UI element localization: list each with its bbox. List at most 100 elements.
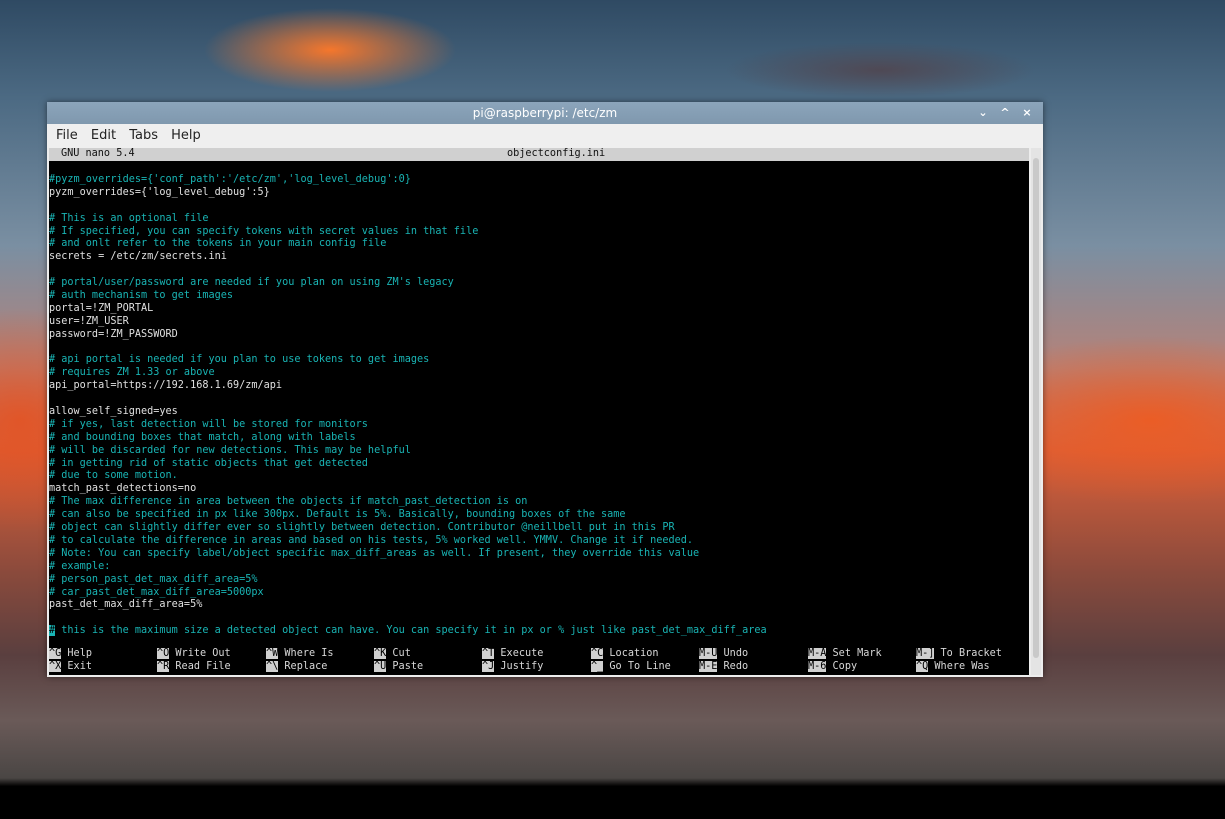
- editor-line: # will be discarded for new detections. …: [49, 444, 411, 456]
- maximize-icon[interactable]: ^: [999, 102, 1011, 124]
- editor-line: #pyzm_overrides={'conf_path':'/etc/zm','…: [49, 174, 411, 185]
- shortcut-label: Paste: [392, 661, 424, 672]
- shortcut-item: ^K Cut: [374, 648, 411, 661]
- editor-line: # can also be specified in px like 300px…: [49, 509, 626, 521]
- shortcut-item: ^_ Go To Line: [591, 661, 671, 674]
- editor-line: pyzm_overrides={'log_level_debug':5}: [49, 186, 270, 198]
- terminal-window: pi@raspberrypi: /etc/zm ⌄ ^ × File Edit …: [47, 102, 1043, 677]
- shortcut-key: M-U: [699, 648, 718, 659]
- shortcut-item: ^T Execute: [482, 648, 543, 661]
- scrollbar-thumb[interactable]: [1033, 158, 1039, 658]
- editor-line: past_det_max_diff_area=5%: [49, 599, 203, 611]
- menu-edit[interactable]: Edit: [91, 128, 116, 143]
- close-icon[interactable]: ×: [1021, 102, 1033, 124]
- shortcut-item: ^Q Where Was: [916, 661, 990, 674]
- editor-line: portal=!ZM_PORTAL: [49, 302, 154, 314]
- shortcut-key: ^Q: [916, 661, 929, 672]
- editor-line: # car_past_det_max_diff_area=5000px: [49, 586, 264, 598]
- shortcut-key: ^R: [157, 661, 170, 672]
- nano-header: GNU nano 5.4 objectconfig.ini: [49, 148, 1029, 161]
- shortcut-item: ^W Where Is: [266, 648, 334, 661]
- shortcut-row-1: ^G Help ^O Write Out ^W Where Is ^K Cut ^T E…: [49, 648, 1029, 661]
- shortcut-label: Where Is: [284, 648, 334, 659]
- shortcut-item: ^G Help: [49, 648, 92, 661]
- editor-line: # example:: [49, 560, 111, 572]
- editor-line: # and bounding boxes that match, along w…: [49, 431, 356, 443]
- editor-line-cursor: # this is the maximum size a detected ob…: [49, 625, 1029, 638]
- editor-line: # to calculate the difference in areas a…: [49, 534, 694, 546]
- minimize-icon[interactable]: ⌄: [977, 102, 989, 124]
- nano-version: GNU nano 5.4: [61, 148, 135, 159]
- cursor-line-text: this is the maximum size a detected obje…: [55, 625, 767, 637]
- shortcut-label: To Bracket: [940, 648, 1002, 659]
- scrollbar[interactable]: [1031, 148, 1041, 675]
- editor-line: api_portal=https://192.168.1.69/zm/api: [49, 380, 283, 392]
- shortcut-label: Help: [67, 648, 92, 659]
- editor-line: # auth mechanism to get images: [49, 290, 234, 302]
- shortcut-key: ^X: [49, 661, 62, 672]
- shortcut-key: ^T: [482, 648, 495, 659]
- editor-line: user=!ZM_USER: [49, 315, 129, 327]
- shortcut-item: ^U Paste: [374, 661, 423, 674]
- shortcut-label: Cut: [392, 648, 411, 659]
- editor-line: match_past_detections=no: [49, 483, 197, 495]
- shortcut-item: M-6 Copy: [808, 661, 857, 674]
- shortcut-label: Justify: [500, 661, 544, 672]
- editor-line: # portal/user/password are needed if you…: [49, 277, 454, 289]
- shortcut-label: Replace: [284, 661, 328, 672]
- window-controls: ⌄ ^ ×: [977, 102, 1033, 124]
- window-title: pi@raspberrypi: /etc/zm: [472, 106, 618, 120]
- shortcut-item: M-] To Bracket: [916, 648, 1002, 661]
- menu-bar: File Edit Tabs Help: [47, 124, 1043, 148]
- shortcut-label: Exit: [67, 661, 92, 672]
- shortcut-key: ^C: [591, 648, 604, 659]
- bottom-bar: [0, 787, 1225, 819]
- editor-line: # object can slightly differ ever so sli…: [49, 522, 675, 534]
- shortcut-label: Execute: [500, 648, 544, 659]
- terminal-area[interactable]: GNU nano 5.4 objectconfig.ini #pyzm_over…: [49, 148, 1029, 675]
- editor-line: # If specified, you can specify tokens w…: [49, 225, 479, 237]
- shortcut-key: ^U: [374, 661, 387, 672]
- shortcut-label: Location: [609, 648, 659, 659]
- shortcut-key: M-]: [916, 648, 935, 659]
- shortcut-label: Where Was: [934, 661, 990, 672]
- editor-line: # This is an optional file: [49, 212, 209, 224]
- shortcut-item: ^O Write Out: [157, 648, 231, 661]
- shortcut-item: M-A Set Mark: [808, 648, 882, 661]
- shortcut-item: ^J Justify: [482, 661, 543, 674]
- shortcut-row-2: ^X Exit ^R Read File ^\ Replace ^U Paste ^J …: [49, 661, 1029, 674]
- shortcut-item: ^R Read File: [157, 661, 231, 674]
- shortcut-label: Undo: [723, 648, 749, 659]
- shortcut-key: ^\: [266, 661, 279, 672]
- shortcut-item: ^C Location: [591, 648, 659, 661]
- shortcut-label: Redo: [723, 661, 749, 672]
- editor-line: # The max difference in area between the…: [49, 496, 528, 508]
- shortcut-item: M-U Undo: [699, 648, 748, 661]
- editor-line: # due to some motion.: [49, 470, 178, 482]
- shortcut-key: ^K: [374, 648, 387, 659]
- editor-content[interactable]: #pyzm_overrides={'conf_path':'/etc/zm','…: [49, 174, 1029, 638]
- editor-line: # in getting rid of static objects that …: [49, 457, 368, 469]
- nano-filename: objectconfig.ini: [507, 148, 606, 159]
- nano-shortcuts: ^G Help ^O Write Out ^W Where Is ^K Cut ^T E…: [49, 648, 1029, 674]
- editor-line: allow_self_signed=yes: [49, 406, 178, 418]
- shortcut-label: Write Out: [175, 648, 231, 659]
- shortcut-item: M-E Redo: [699, 661, 748, 674]
- editor-line: # Note: You can specify label/object spe…: [49, 547, 700, 559]
- editor-line: # if yes, last detection will be stored …: [49, 418, 368, 430]
- shortcut-item: ^X Exit: [49, 661, 92, 674]
- editor-line: # requires ZM 1.33 or above: [49, 367, 215, 379]
- window-titlebar[interactable]: pi@raspberrypi: /etc/zm ⌄ ^ ×: [47, 102, 1043, 124]
- shortcut-key: M-A: [808, 648, 827, 659]
- menu-file[interactable]: File: [56, 128, 78, 143]
- menu-tabs[interactable]: Tabs: [129, 128, 158, 143]
- shortcut-key: ^_: [591, 661, 604, 672]
- menu-help[interactable]: Help: [171, 128, 201, 143]
- shortcut-label: Copy: [832, 661, 858, 672]
- shortcut-key: ^G: [49, 648, 62, 659]
